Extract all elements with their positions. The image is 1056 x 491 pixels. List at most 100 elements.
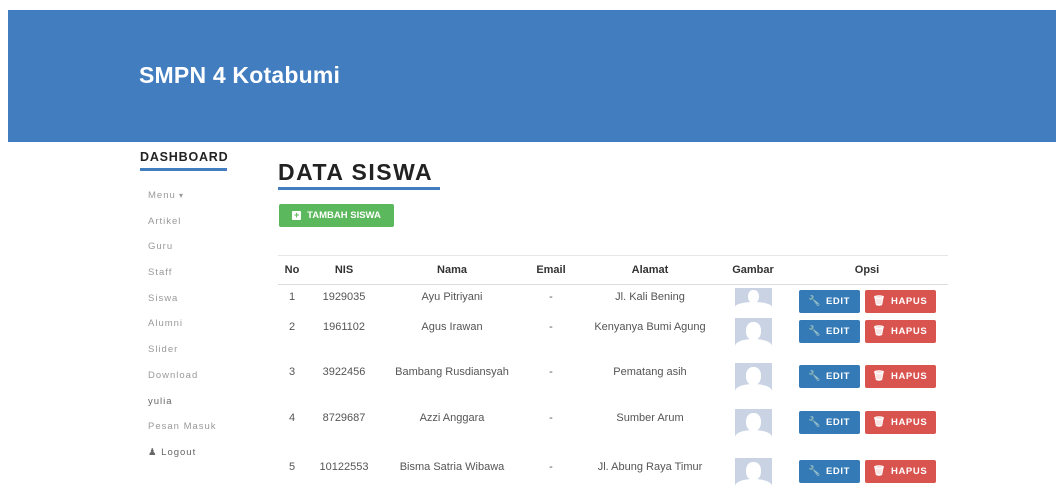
trash-icon: 🗑: [872, 371, 887, 382]
cell-gambar: [720, 285, 786, 316]
sidebar-item-staff[interactable]: Staff: [148, 267, 217, 293]
delete-button[interactable]: 🗑 HAPUS: [864, 365, 936, 388]
add-student-button[interactable]: + TAMBAH SISWA: [279, 204, 394, 227]
sidebar-item-menu[interactable]: Menu: [148, 190, 217, 216]
edit-button[interactable]: 🔧 EDIT: [798, 290, 860, 313]
sidebar-item-siswa[interactable]: Siswa: [148, 293, 217, 319]
cell-no: 3: [288, 366, 296, 378]
site-brand[interactable]: SMPN 4 Kotabumi: [139, 62, 340, 89]
cell-email: -: [549, 412, 553, 424]
cell-nama: Ayu Pitriyani: [421, 291, 483, 303]
cell-email: -: [549, 321, 553, 333]
page-title-underline: [278, 187, 440, 190]
delete-button[interactable]: 🗑 HAPUS: [864, 411, 936, 434]
col-header-gambar: Gambar: [720, 255, 786, 285]
edit-button[interactable]: 🔧 EDIT: [798, 411, 860, 434]
sidebar-item-alumni[interactable]: Alumni: [148, 318, 217, 344]
cell-nama: Azzi Anggara: [419, 412, 485, 424]
table-row: 2 1961102 Agus Irawan - Kenyanya Bumi Ag…: [278, 315, 948, 360]
cell-alamat: Pematang asih: [613, 366, 687, 378]
table-row: 1 1929035 Ayu Pitriyani - Jl. Kali Benin…: [278, 285, 948, 316]
cell-no: 5: [288, 461, 296, 473]
page-header: SMPN 4 Kotabumi: [8, 10, 1056, 142]
sidebar-item-yulia[interactable]: yulia: [148, 396, 217, 422]
cell-opsi: 🔧 EDIT 🗑 HAPUS: [786, 360, 948, 406]
col-header-no: No: [278, 255, 306, 285]
sidebar-item-artikel[interactable]: Artikel: [148, 216, 217, 242]
trash-icon: 🗑: [872, 466, 887, 477]
sidebar-item-logout[interactable]: ♟ Logout: [148, 447, 217, 473]
cell-nama: Bisma Satria Wibawa: [399, 461, 505, 473]
students-table: No NIS Nama Email Alamat Gambar Opsi 1 1…: [278, 255, 948, 491]
cell-nama: Agus Irawan: [421, 321, 483, 333]
cell-gambar: [720, 455, 786, 491]
cell-alamat: Jl. Abung Raya Timur: [597, 461, 703, 473]
edit-button[interactable]: 🔧 EDIT: [798, 320, 860, 343]
sidebar-item-guru[interactable]: Guru: [148, 241, 217, 267]
cell-alamat: Kenyanya Bumi Agung: [594, 321, 706, 333]
col-header-opsi: Opsi: [786, 255, 948, 285]
cell-opsi: 🔧 EDIT 🗑 HAPUS: [786, 315, 948, 360]
cell-nama: Bambang Rusdiansyah: [395, 366, 509, 378]
cell-opsi: 🔧 EDIT 🗑 HAPUS: [786, 455, 948, 491]
cell-opsi: 🔧 EDIT 🗑 HAPUS: [786, 406, 948, 455]
cell-nis: 10122553: [319, 461, 369, 473]
wrench-icon: 🔧: [807, 296, 821, 307]
col-header-nama: Nama: [382, 255, 522, 285]
student-photo: [734, 458, 772, 488]
wrench-icon: 🔧: [807, 417, 821, 428]
edit-label: EDIT: [826, 417, 851, 428]
cell-nis: 8729687: [322, 412, 366, 424]
wrench-icon: 🔧: [807, 466, 821, 477]
delete-label: HAPUS: [891, 417, 928, 428]
delete-label: HAPUS: [891, 466, 928, 477]
cell-alamat: Sumber Arum: [616, 412, 684, 424]
cell-no: 1: [288, 291, 296, 303]
delete-button[interactable]: 🗑 HAPUS: [864, 460, 936, 483]
delete-label: HAPUS: [891, 326, 928, 337]
edit-label: EDIT: [826, 326, 851, 337]
sidebar-item-slider[interactable]: Slider: [148, 344, 217, 370]
edit-button[interactable]: 🔧 EDIT: [798, 365, 860, 388]
add-student-label: TAMBAH SISWA: [307, 210, 381, 221]
table-row: 5 10122553 Bisma Satria Wibawa - Jl. Abu…: [278, 455, 948, 491]
cell-email: -: [549, 366, 553, 378]
cell-gambar: [720, 406, 786, 455]
student-photo: [734, 318, 772, 348]
plus-square-icon: +: [292, 210, 302, 220]
table-row: 3 3922456 Bambang Rusdiansyah - Pematang…: [278, 360, 948, 406]
trash-icon: 🗑: [872, 326, 887, 337]
cell-opsi: 🔧 EDIT 🗑 HAPUS: [786, 285, 948, 316]
sidebar-item-label: Logout: [161, 446, 197, 458]
table-row: 4 8729687 Azzi Anggara - Sumber Arum 🔧 ED…: [278, 406, 948, 455]
student-photo: [734, 288, 772, 310]
sidebar-title-underline: [140, 168, 227, 171]
delete-label: HAPUS: [891, 296, 928, 307]
sidebar-menu: Menu Artikel Guru Staff Siswa Alumni Sli…: [148, 190, 217, 473]
edit-label: EDIT: [826, 296, 851, 307]
page-title: DATA SISWA: [278, 159, 434, 185]
delete-button[interactable]: 🗑 HAPUS: [864, 290, 936, 313]
cell-gambar: [720, 360, 786, 406]
table-header-row: No NIS Nama Email Alamat Gambar Opsi: [278, 255, 948, 285]
trash-icon: 🗑: [872, 417, 887, 428]
cell-no: 2: [288, 321, 296, 333]
cell-email: -: [549, 291, 553, 303]
trash-icon: 🗑: [872, 296, 887, 307]
edit-button[interactable]: 🔧 EDIT: [798, 460, 860, 483]
col-header-email: Email: [522, 255, 580, 285]
cell-email: -: [549, 461, 553, 473]
sidebar-item-pesan-masuk[interactable]: Pesan Masuk: [148, 421, 217, 447]
student-photo: [734, 409, 772, 439]
wrench-icon: 🔧: [807, 371, 821, 382]
cell-nis: 1961102: [322, 321, 365, 333]
edit-label: EDIT: [826, 371, 851, 382]
cell-nis: 3922456: [322, 366, 366, 378]
col-header-alamat: Alamat: [580, 255, 720, 285]
sidebar-item-download[interactable]: Download: [148, 370, 217, 396]
cell-nis: 1929035: [322, 291, 366, 303]
cell-no: 4: [288, 412, 296, 424]
col-header-nis: NIS: [306, 255, 382, 285]
delete-button[interactable]: 🗑 HAPUS: [864, 320, 936, 343]
edit-label: EDIT: [826, 466, 851, 477]
